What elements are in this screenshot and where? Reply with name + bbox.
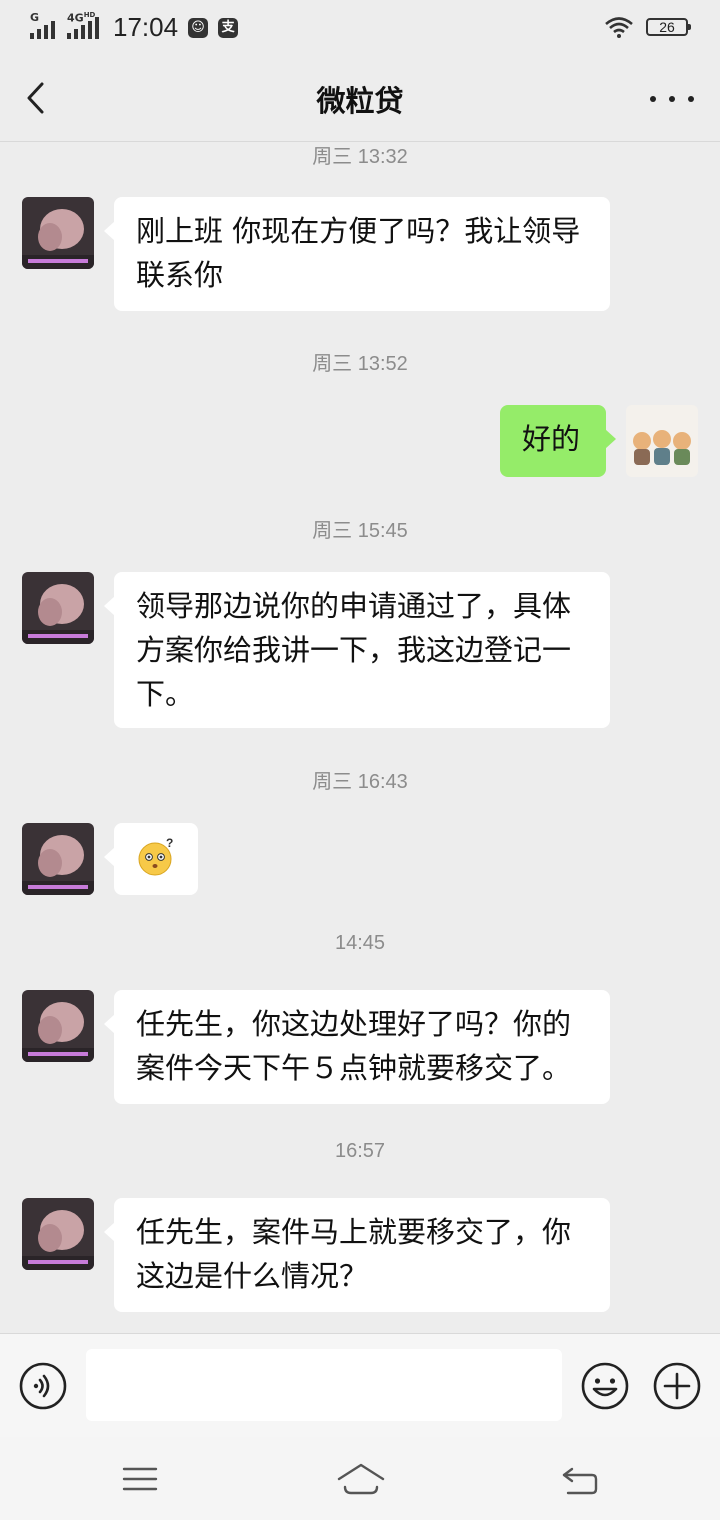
status-left: G 4GHD 17:04 ☺ 支 [30,11,239,43]
timestamp: 16:57 [334,1140,386,1162]
network-label: G [30,10,40,24]
chat-header: 微粒贷 [0,56,720,142]
timestamp: 周三 13:32 [312,146,408,168]
home-icon[interactable] [336,1459,386,1499]
contact-avatar[interactable] [22,1198,94,1270]
contact-avatar[interactable] [22,990,94,1062]
svg-text:?: ? [166,836,173,850]
timestamp: 周三 16:43 [312,771,408,793]
message-list[interactable]: 周三 13:32 刚上班 你现在方便了吗？我让领导联系你 周三 13:52 好的… [0,142,720,1332]
contact-avatar[interactable] [22,823,94,895]
message-bubble[interactable]: 刚上班 你现在方便了吗？我让领导联系你 [104,197,610,311]
signal-icon: 4GHD [67,11,99,39]
input-bar [0,1333,720,1437]
battery-level: 26 [659,19,675,35]
wifi-icon [605,17,633,38]
message-bubble[interactable]: 任先生，案件马上就要移交了，你这边是什么情况？ [104,1198,610,1312]
menu-icon[interactable] [120,1459,160,1499]
emoji-icon[interactable] [580,1361,630,1411]
status-right: 26 [604,16,691,38]
network-label: 4GHD [67,10,96,25]
alipay-icon: 支 [218,17,239,38]
message-bubble[interactable]: 领导那边说你的申请通过了，具体方案你给我讲一下，我这边登记一下。 [104,572,610,728]
contact-avatar[interactable] [22,197,94,269]
confused-face-emoji: ? [138,836,173,876]
battery-icon: 26 [646,18,691,36]
system-navigation-bar [0,1437,720,1520]
app-notification-icon: ☺ [188,17,209,38]
message-bubble[interactable]: ? [104,823,198,895]
more-dots-icon[interactable] [650,84,694,114]
back-arrow-icon[interactable] [560,1459,600,1499]
message-bubble-outgoing[interactable]: 好的 [500,405,616,477]
user-avatar[interactable] [626,405,698,477]
timestamp: 周三 15:45 [312,520,408,542]
plus-circle-icon[interactable] [652,1361,702,1411]
message-bubble[interactable]: 任先生，你这边处理好了吗？你的案件今天下午５点钟就要移交了。 [104,990,610,1104]
signal-icon: G [30,11,55,39]
message-input[interactable] [86,1349,562,1421]
contact-avatar[interactable] [22,572,94,644]
status-time: 17:04 [113,12,179,42]
voice-icon[interactable] [18,1361,68,1411]
timestamp: 周三 13:52 [312,353,408,375]
chat-title: 微粒贷 [316,84,404,118]
timestamp: 14:45 [334,932,386,954]
status-bar: G 4GHD 17:04 ☺ 支 26 [0,0,720,56]
